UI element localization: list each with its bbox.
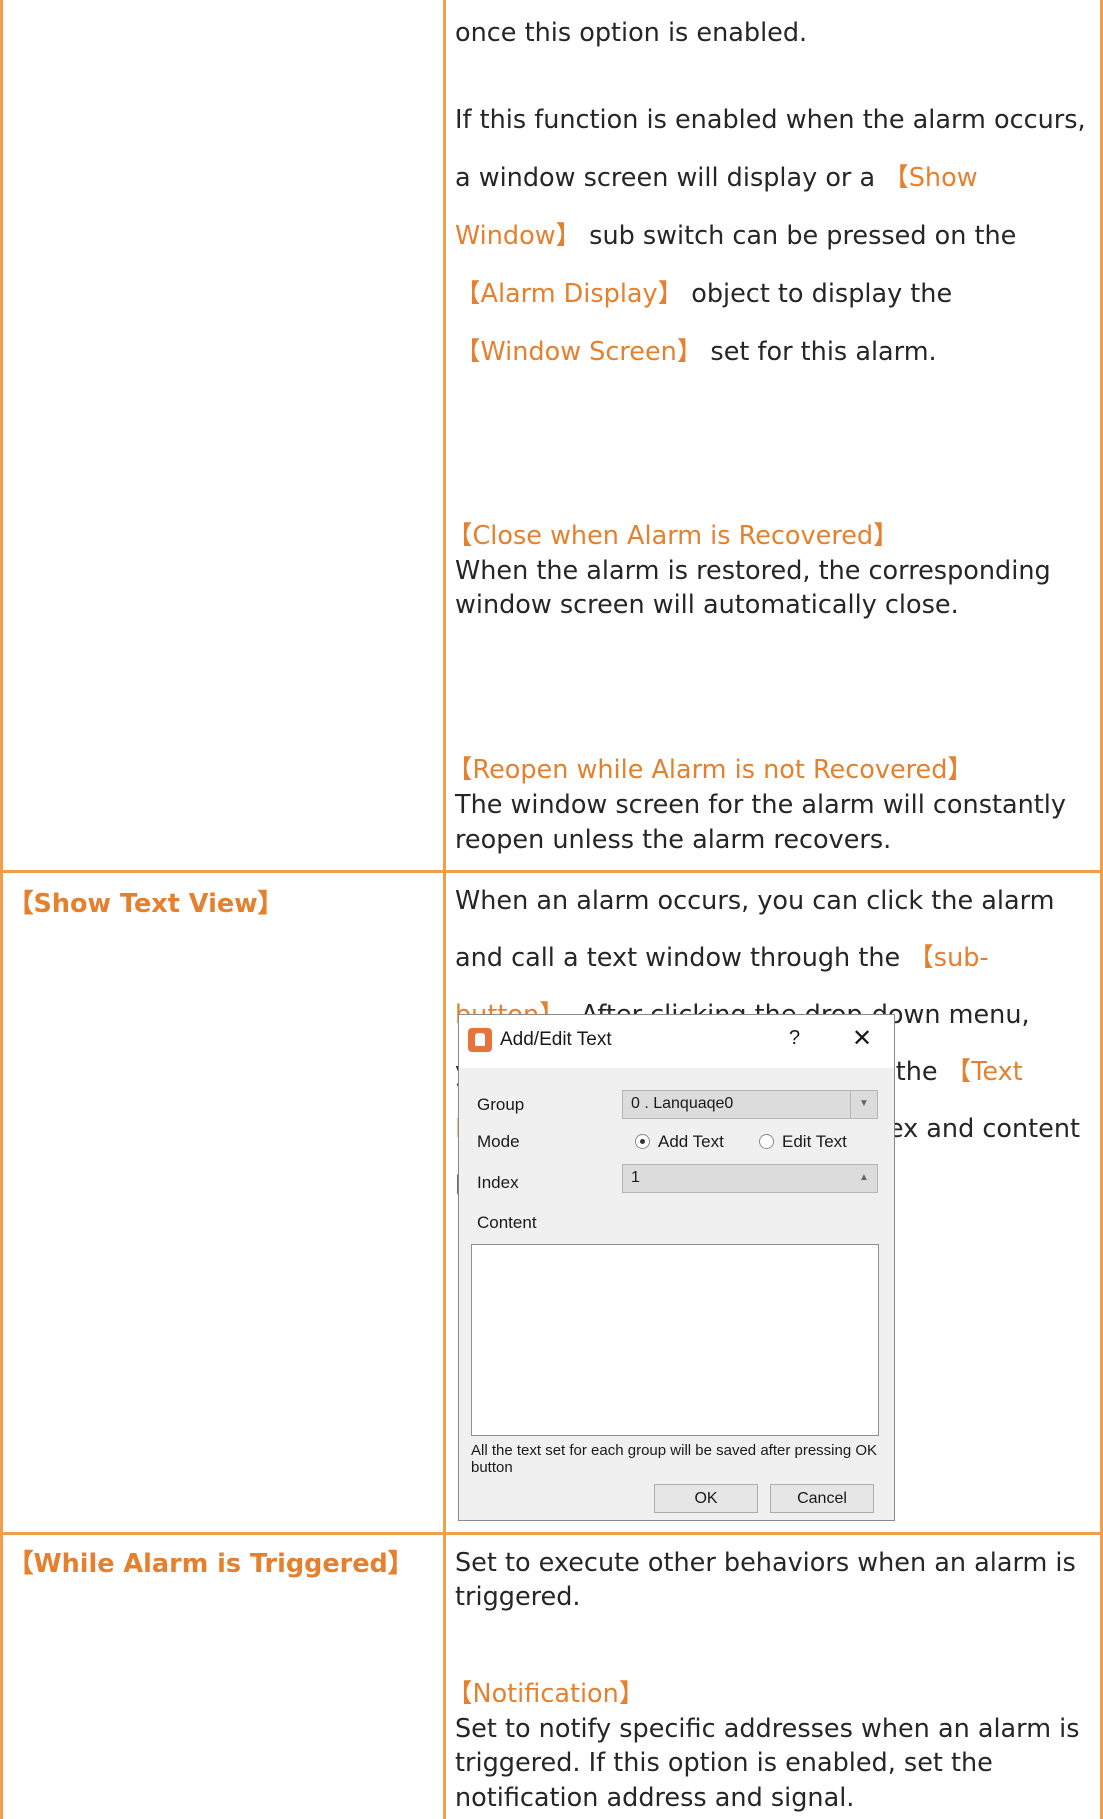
notification-line: triggered. If this option is enabled, se… bbox=[455, 1748, 993, 1778]
mode-label: Mode bbox=[477, 1132, 520, 1151]
intro-line: once this option is enabled. bbox=[455, 18, 808, 48]
text-span: and call a text window through the bbox=[455, 943, 909, 973]
while-triggered-line: Set to execute other behaviors when an a… bbox=[455, 1548, 1076, 1578]
paragraph-line: and call a text window through the 【sub- bbox=[455, 943, 989, 973]
row-divider bbox=[0, 870, 1103, 873]
close-when-recovered-heading: 【Close when Alarm is Recovered】 bbox=[447, 521, 899, 551]
close-icon[interactable]: ✕ bbox=[852, 1024, 872, 1053]
notification-heading: 【Notification】 bbox=[447, 1679, 645, 1709]
close-when-line: When the alarm is restored, the correspo… bbox=[455, 556, 1051, 586]
text-span: object to display the bbox=[683, 279, 953, 309]
paragraph-line: 【Window Screen】 set for this alarm. bbox=[455, 337, 937, 367]
close-when-line: window screen will automatically close. bbox=[455, 590, 959, 620]
save-note: All the text set for each group will be … bbox=[471, 1442, 878, 1476]
column-divider bbox=[443, 0, 446, 1819]
text-span: set for this alarm. bbox=[702, 337, 937, 367]
dialog-title-bar: Add/Edit Text ? ✕ bbox=[459, 1015, 894, 1068]
index-stepper[interactable]: 1 ▲ bbox=[622, 1164, 878, 1193]
index-label: Index bbox=[477, 1173, 519, 1192]
reopen-while-line: reopen unless the alarm recovers. bbox=[455, 825, 892, 855]
paragraph-line: When an alarm occurs, you can click the … bbox=[455, 886, 1054, 916]
content-textarea[interactable] bbox=[471, 1244, 879, 1436]
highlighted-term: 【Alarm Display】 bbox=[455, 279, 684, 309]
dialog-title: Add/Edit Text bbox=[500, 1029, 612, 1050]
edit-text-radio-label: Edit Text bbox=[782, 1132, 847, 1151]
add-text-radio-label: Add Text bbox=[658, 1132, 724, 1151]
group-value: 0 . Lanquaqe0 bbox=[631, 1095, 734, 1112]
table-left-border bbox=[0, 0, 3, 1819]
cancel-button[interactable]: Cancel bbox=[770, 1484, 874, 1513]
reopen-while-line: The window screen for the alarm will con… bbox=[455, 790, 1066, 820]
app-icon bbox=[468, 1028, 492, 1052]
ok-button[interactable]: OK bbox=[654, 1484, 758, 1513]
paragraph-line: a window screen will display or a 【Show bbox=[455, 163, 978, 193]
chevron-up-icon[interactable]: ▲ bbox=[851, 1165, 877, 1192]
highlighted-term: Window】 bbox=[455, 221, 582, 251]
document-table: once this option is enabled. If this fun… bbox=[0, 0, 1103, 1819]
add-text-radio[interactable] bbox=[635, 1134, 650, 1149]
while-triggered-line: triggered. bbox=[455, 1582, 581, 1612]
reopen-while-heading: 【Reopen while Alarm is not Recovered】 bbox=[447, 755, 973, 785]
help-icon[interactable]: ? bbox=[789, 1027, 800, 1050]
edit-text-radio[interactable] bbox=[759, 1134, 774, 1149]
paragraph-line: Window】 sub switch can be pressed on the bbox=[455, 221, 1016, 251]
text-span: When an alarm occurs, you can click the … bbox=[455, 886, 1055, 916]
group-dropdown[interactable]: 0 . Lanquaqe0 ▼ bbox=[622, 1090, 878, 1119]
while-triggered-label: 【While Alarm is Triggered】 bbox=[8, 1549, 414, 1579]
text-span: a window screen will display or a bbox=[455, 163, 884, 193]
paragraph-line: If this function is enabled when the ala… bbox=[455, 105, 1086, 135]
content-label: Content bbox=[477, 1213, 537, 1232]
notification-line: Set to notify specific addresses when an… bbox=[455, 1714, 1080, 1744]
highlighted-term: 【sub- bbox=[908, 943, 989, 973]
highlighted-term: 【Show bbox=[883, 163, 978, 193]
text-span: sub switch can be pressed on the bbox=[581, 221, 1017, 251]
row-divider bbox=[0, 1532, 1103, 1535]
chevron-down-icon: ▼ bbox=[850, 1091, 877, 1118]
paragraph-line: 【Alarm Display】 object to display the bbox=[455, 279, 952, 309]
highlighted-term: 【Text bbox=[945, 1057, 1023, 1087]
highlighted-term: 【Window Screen】 bbox=[455, 337, 703, 367]
add-edit-text-dialog: Add/Edit Text ? ✕ Group 0 . Lanquaqe0 ▼ … bbox=[458, 1014, 895, 1521]
show-text-view-label: 【Show Text View】 bbox=[8, 889, 284, 919]
index-value: 1 bbox=[631, 1169, 640, 1186]
group-label: Group bbox=[477, 1095, 525, 1114]
notification-line: notification address and signal. bbox=[455, 1783, 855, 1813]
text-span: If this function is enabled when the ala… bbox=[455, 105, 1086, 135]
